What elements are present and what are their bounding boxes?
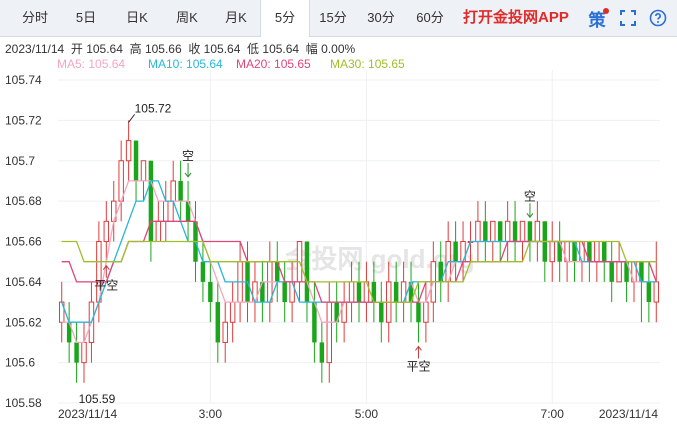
candle-body-up [125, 140, 132, 162]
flat-short-signal-1: 平空 [94, 279, 118, 293]
candle-body-down [304, 241, 310, 303]
flat-short-signal-2: 平空 [406, 359, 430, 373]
high-label: 105.72 [135, 101, 172, 115]
short-signal-1-arrow [526, 203, 534, 219]
y-tick-label: 105.72 [5, 113, 42, 127]
candle-body-up [170, 180, 176, 202]
short-signal-2-arrow [184, 162, 192, 178]
x-tick-label: 2023/11/14 [599, 407, 658, 421]
candle-body-down [215, 302, 221, 343]
candle-body-down [512, 221, 518, 242]
candle-body-up [519, 220, 526, 242]
candle-body-down [356, 281, 362, 303]
candle-body-up [534, 220, 541, 242]
candle-body-up [549, 241, 555, 263]
candle-body-down [527, 221, 533, 242]
candle-body-down [148, 160, 154, 242]
candle-body-down [319, 342, 325, 363]
candle-body-up [348, 281, 355, 303]
candle-body-down [178, 180, 183, 202]
candle-body-up [222, 321, 228, 343]
x-tick-label: 7:00 [541, 407, 565, 421]
x-tick-label: 2023/11/14 [58, 407, 117, 421]
candle-body-down [483, 221, 488, 242]
short-signal-2: 空 [182, 149, 194, 163]
low-label: 105.59 [79, 392, 116, 406]
candle-body-up [423, 301, 429, 323]
candle-body-down [602, 241, 607, 262]
y-tick-label: 105.58 [5, 396, 42, 410]
grid [58, 70, 660, 404]
candle-body-down [133, 140, 139, 181]
y-tick-label: 105.64 [5, 275, 42, 289]
candle-body-up [155, 220, 162, 242]
candle-body-down [393, 281, 399, 303]
candle-body-up [504, 220, 511, 242]
y-tick-label: 105.74 [5, 73, 42, 87]
high-marker-line [128, 114, 136, 123]
candle-body-down [200, 261, 206, 282]
candle-body-up [594, 241, 600, 263]
short-signal-1: 空 [524, 189, 536, 203]
y-tick-label: 105.6 [5, 356, 35, 370]
candle-body-down [646, 281, 652, 303]
candle-body-up [81, 341, 87, 364]
candle-body-down [416, 302, 421, 323]
x-tick-label: 3:00 [199, 407, 223, 421]
candle-body-down [453, 241, 458, 262]
y-tick-label: 105.7 [5, 154, 35, 168]
y-axis-labels: 105.74 105.72 105.7 105.68 105.66 105.64 105.6… [5, 73, 42, 410]
candle-body-up [326, 301, 333, 364]
candle-body-down [609, 261, 614, 282]
x-tick-label: 5:00 [355, 407, 379, 421]
candle-body-up [229, 301, 236, 323]
x-axis-labels: 2023/11/14 3:00 5:00 7:00 2023/11/14 [58, 407, 658, 421]
candle-body-up [475, 220, 481, 242]
candle-body-down [208, 281, 213, 303]
y-tick-label: 105.62 [5, 315, 42, 329]
candle-body-down [379, 302, 384, 323]
candle-body-down [282, 281, 287, 303]
y-tick-label: 105.68 [5, 194, 42, 208]
candle-body-up [490, 220, 496, 242]
candle-body-up [653, 281, 660, 303]
candle-body-down [74, 342, 79, 363]
candle-body-down [497, 221, 503, 242]
candle-body-up [163, 200, 169, 222]
candle-body-up [616, 261, 622, 283]
candle-body-up [103, 220, 110, 242]
candle-body-up [140, 160, 147, 182]
y-tick-label: 105.66 [5, 235, 42, 249]
flat-short-signal-2-arrow [415, 345, 422, 359]
candlestick-chart: 金投网 gold.org 105.74105.72105.7105.68105.… [5, 70, 660, 421]
